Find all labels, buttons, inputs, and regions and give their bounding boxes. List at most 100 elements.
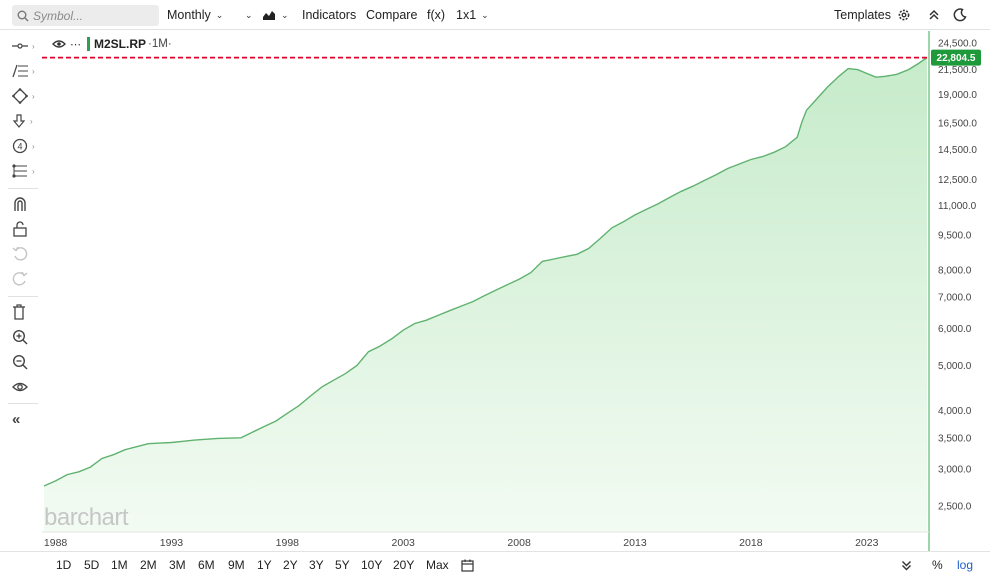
settings-button[interactable] bbox=[897, 0, 911, 30]
chart-legend: ⋯ M2SL.RP ·1M· bbox=[52, 37, 172, 51]
toolbar-divider bbox=[8, 188, 38, 189]
time-tick-label: 2003 bbox=[392, 537, 416, 549]
price-tick-label: 21,500.0 bbox=[938, 65, 977, 76]
price-tick-label: 19,000.0 bbox=[938, 90, 977, 101]
compare-button[interactable]: Compare bbox=[366, 0, 417, 30]
log-scale-toggle[interactable]: log bbox=[957, 552, 973, 577]
toolbar-divider bbox=[8, 296, 38, 297]
counter-tool-button[interactable]: 4 › bbox=[12, 136, 36, 156]
scroll-to-latest-button[interactable] bbox=[901, 552, 912, 577]
price-tick-label: 14,500.0 bbox=[938, 145, 977, 156]
range-button-9m[interactable]: 9M bbox=[228, 552, 245, 577]
double-chevron-up-icon bbox=[929, 9, 939, 20]
time-tick-label: 2008 bbox=[507, 537, 531, 549]
tree-tool-button[interactable]: › bbox=[12, 161, 36, 181]
chevron-right-icon: › bbox=[32, 41, 35, 51]
time-tick-label: 1998 bbox=[276, 537, 300, 549]
date-range-button[interactable] bbox=[461, 552, 474, 577]
series-color-swatch bbox=[87, 37, 90, 51]
collapse-toolbar-button[interactable]: « bbox=[12, 409, 36, 429]
layout-dropdown[interactable]: 1x1 ⌄ bbox=[456, 0, 489, 30]
zoom-in-button[interactable] bbox=[12, 327, 36, 347]
range-button-5d[interactable]: 5D bbox=[84, 552, 99, 577]
fx-button[interactable]: f(x) bbox=[427, 0, 445, 30]
range-button-6m[interactable]: 6M bbox=[198, 552, 215, 577]
visibility-button[interactable] bbox=[12, 377, 36, 397]
magnet-button[interactable] bbox=[12, 194, 36, 214]
eye-icon[interactable] bbox=[52, 39, 66, 49]
chart-type-dropdown[interactable]: ⌄ bbox=[262, 0, 289, 30]
range-button-max[interactable]: Max bbox=[426, 552, 449, 577]
range-button-2y[interactable]: 2Y bbox=[283, 552, 298, 577]
double-chevron-left-icon: « bbox=[12, 410, 21, 428]
lock-button[interactable] bbox=[12, 219, 36, 239]
price-tick-label: 24,500.0 bbox=[938, 39, 977, 50]
time-tick-label: 2013 bbox=[623, 537, 647, 549]
templates-button[interactable]: Templates bbox=[834, 0, 891, 30]
price-tick-label: 11,000.0 bbox=[938, 201, 977, 212]
price-chart[interactable]: 2,500.0 3,000.0 3,500.0 4,000.0 5,000.0 6,000… bbox=[42, 31, 988, 551]
number-badge-icon: 4 bbox=[12, 138, 28, 154]
range-button-3y[interactable]: 3Y bbox=[309, 552, 324, 577]
indicators-button[interactable]: Indicators bbox=[302, 0, 356, 30]
zoom-out-icon bbox=[12, 354, 28, 370]
top-toolbar: Monthly ⌄ ⌄ ⌄ Indicators Compare f(x) 1x1… bbox=[0, 0, 990, 30]
zoom-in-icon bbox=[12, 329, 28, 345]
chevron-down-icon: ⌄ bbox=[245, 9, 253, 20]
range-button-1d[interactable]: 1D bbox=[56, 552, 71, 577]
price-tick-label: 12,500.0 bbox=[938, 175, 977, 186]
range-button-1m[interactable]: 1M bbox=[111, 552, 128, 577]
price-tick-label: 5,000.0 bbox=[938, 361, 972, 372]
percent-scale-toggle[interactable]: % bbox=[932, 552, 943, 577]
svg-text:4: 4 bbox=[17, 142, 22, 152]
fullscreen-button[interactable] bbox=[928, 0, 940, 30]
range-button-1y[interactable]: 1Y bbox=[257, 552, 272, 577]
legend-timeframe: ·1M· bbox=[148, 38, 172, 50]
chevron-down-icon: ⌄ bbox=[215, 9, 224, 20]
gear-icon bbox=[898, 9, 910, 21]
chevron-right-icon: › bbox=[30, 116, 33, 126]
more-options-icon[interactable]: ⋯ bbox=[70, 38, 81, 51]
delete-button[interactable] bbox=[12, 302, 36, 322]
redo-button[interactable] bbox=[12, 269, 36, 289]
price-tick-label: 2,500.0 bbox=[938, 502, 972, 513]
last-price-label: 22,804.5 bbox=[937, 53, 976, 64]
range-button-10y[interactable]: 10Y bbox=[361, 552, 382, 577]
eye-icon bbox=[12, 382, 28, 392]
time-tick-label: 2023 bbox=[855, 537, 879, 549]
undo-button[interactable] bbox=[12, 244, 36, 264]
mountain-chart-icon bbox=[263, 11, 275, 20]
calendar-icon bbox=[461, 559, 474, 572]
arrow-tool-button[interactable]: › bbox=[12, 111, 36, 131]
search-icon bbox=[17, 10, 29, 21]
range-button-20y[interactable]: 20Y bbox=[393, 552, 414, 577]
symbol-input[interactable] bbox=[33, 8, 153, 23]
interval-label: Monthly bbox=[167, 8, 211, 22]
interval-extra-dropdown[interactable]: ⌄ bbox=[240, 0, 253, 30]
shapes-tool-button[interactable]: › bbox=[12, 86, 36, 106]
arrow-down-icon bbox=[12, 114, 26, 128]
line-tool-icon bbox=[12, 43, 28, 49]
chevron-right-icon: › bbox=[32, 66, 35, 76]
chevron-down-icon: ⌄ bbox=[281, 9, 289, 20]
unlock-icon bbox=[13, 221, 27, 237]
price-tick-label: 9,500.0 bbox=[938, 231, 972, 242]
range-button-2m[interactable]: 2M bbox=[140, 552, 157, 577]
undo-icon bbox=[12, 246, 28, 261]
range-button-5y[interactable]: 5Y bbox=[335, 552, 350, 577]
range-button-3m[interactable]: 3M bbox=[169, 552, 186, 577]
price-tick-label: 4,000.0 bbox=[938, 406, 972, 417]
line-tool-button[interactable]: › bbox=[12, 36, 36, 56]
time-tick-label: 1993 bbox=[160, 537, 184, 549]
magnet-icon bbox=[14, 197, 26, 211]
theme-toggle[interactable] bbox=[953, 0, 967, 30]
interval-dropdown[interactable]: Monthly ⌄ bbox=[167, 0, 223, 30]
zoom-out-button[interactable] bbox=[12, 352, 36, 372]
legend-symbol: M2SL.RP bbox=[94, 37, 147, 51]
toolbar-divider bbox=[8, 403, 38, 404]
time-tick-label: 2018 bbox=[739, 537, 763, 549]
shapes-icon bbox=[12, 88, 28, 104]
fib-tool-button[interactable]: › bbox=[12, 61, 36, 81]
barchart-watermark: barchart bbox=[44, 504, 129, 531]
symbol-search[interactable] bbox=[12, 5, 159, 26]
